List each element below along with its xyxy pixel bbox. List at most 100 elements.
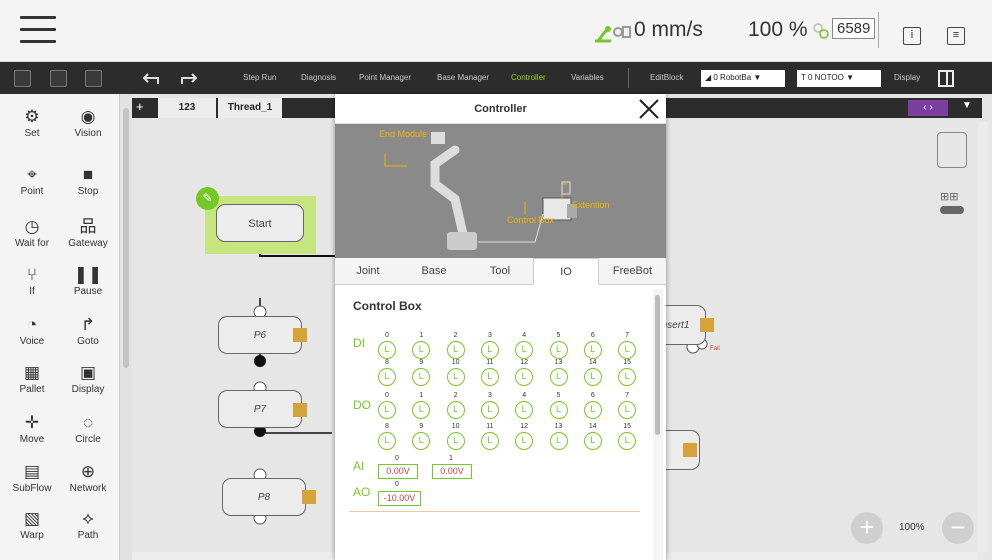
layout-icon[interactable] (938, 70, 954, 87)
do-indicator[interactable]: L (549, 432, 568, 450)
point-node-p8[interactable]: P8 (222, 478, 306, 516)
voice-icon: ◔ (26, 315, 38, 334)
node-if[interactable]: ⑂ If (4, 264, 60, 297)
dialog-title: Controller (474, 103, 527, 115)
dropdown-arrow-icon: ▼ (753, 73, 762, 82)
node-voice[interactable]: ◔ Voice (4, 314, 60, 347)
do-indicator[interactable]: L (549, 401, 568, 419)
di-indicator: L (446, 341, 465, 359)
do-channel-number: 11 (486, 423, 494, 430)
node-wait-for[interactable]: ◷ Wait for (4, 216, 60, 249)
di-channel-number: 15 (623, 359, 631, 366)
node-subflow[interactable]: ▤ SubFlow (4, 461, 60, 494)
di-indicator: L (480, 368, 499, 386)
node-circle[interactable]: ◌ Circle (60, 412, 116, 445)
node-gateway[interactable]: 品 Gateway (60, 216, 116, 249)
speed-icon (613, 26, 631, 38)
do-indicator[interactable]: L (446, 401, 465, 419)
add-tab-icon[interactable]: + (136, 99, 144, 114)
dialog-header: Controller (335, 94, 666, 124)
dialog-scrollbar[interactable] (653, 289, 663, 560)
do-channel-number: 6 (590, 392, 595, 399)
node-warp[interactable]: ▧ Warp (4, 508, 60, 541)
extention-label: Extention (572, 200, 610, 210)
node-set[interactable]: ⚙ Set (4, 106, 60, 139)
split-icon[interactable]: ⊞⊞ (940, 190, 958, 203)
node-move[interactable]: ✛ Move (4, 412, 60, 445)
tab-123[interactable]: 123 (158, 98, 216, 118)
di-indicator: L (583, 368, 602, 386)
node-stop[interactable]: ■ Stop (60, 164, 116, 197)
path-icon: ⟡ (82, 509, 94, 528)
edit-pencil-icon[interactable]: ✎ (196, 187, 219, 210)
do-indicator[interactable]: L (446, 432, 465, 450)
tab-joint[interactable]: Joint (335, 258, 401, 285)
variables-button[interactable]: Variables (571, 73, 604, 82)
point-badge-icon (293, 328, 307, 342)
close-icon[interactable] (638, 98, 660, 120)
tool-select[interactable]: T 0 NOTOO ▼ (797, 70, 881, 87)
node-network[interactable]: ⊕ Network (60, 461, 116, 494)
do-indicator[interactable]: L (378, 432, 396, 450)
do-indicator[interactable]: L (480, 401, 499, 419)
editblock-button[interactable]: EditBlock (650, 73, 683, 82)
undo-icon[interactable] (142, 72, 160, 86)
tab-menu-icon[interactable]: ▼ (962, 100, 972, 111)
diagnosis-button[interactable]: Diagnosis (301, 73, 336, 82)
di-channel-number: 10 (451, 359, 460, 366)
wait-icon: ◷ (24, 217, 40, 236)
save-as-icon[interactable] (85, 70, 102, 87)
tab-io[interactable]: IO (533, 258, 599, 285)
display-button[interactable]: Display (894, 73, 920, 82)
point-node-p7[interactable]: P7 (218, 390, 302, 428)
do-indicator[interactable]: L (618, 401, 637, 419)
node-goto[interactable]: ↱ Goto (60, 314, 116, 347)
sidebar-scrollbar[interactable] (119, 94, 132, 560)
tool-icon: T (801, 73, 808, 82)
base-select[interactable]: ◢ 0 RobotBa ▼ (701, 70, 785, 87)
pause-icon: ❚❚ (73, 265, 103, 284)
do-indicator[interactable]: L (480, 432, 499, 450)
redo-icon[interactable] (180, 72, 198, 86)
tab-tool[interactable]: Tool (467, 258, 533, 285)
zoom-out-icon[interactable]: − (942, 512, 974, 544)
di-indicator: L (446, 368, 465, 386)
start-node[interactable]: Start (216, 204, 304, 242)
do-indicator[interactable]: L (618, 432, 637, 450)
do-indicator[interactable]: L (583, 401, 602, 419)
node-pause[interactable]: ❚❚ Pause (60, 264, 116, 297)
canvas-vscrollbar[interactable] (978, 122, 988, 552)
node-pallet[interactable]: ▦ Pallet (4, 362, 60, 395)
point-manager-button[interactable]: Point Manager (359, 73, 411, 82)
controller-button[interactable]: Controller (511, 73, 546, 82)
ai-value: 0.00V (432, 464, 472, 479)
node-sidebar: ⚙ Set ◉ Vision ⌖ Point ■ Stop ◷ Wait for 品 Gat… (0, 94, 119, 560)
node-point[interactable]: ⌖ Point (4, 164, 60, 197)
base-manager-button[interactable]: Base Manager (437, 73, 489, 82)
flow-overview-icon[interactable] (937, 132, 967, 168)
tab-base[interactable]: Base (401, 258, 467, 285)
point-node-p6[interactable]: P6 (218, 316, 302, 354)
point-badge-icon (683, 443, 697, 457)
do-indicator[interactable]: L (378, 401, 396, 419)
di-indicator: L (583, 341, 602, 359)
info-icon[interactable]: i (903, 27, 921, 45)
log-icon[interactable]: ≡ (947, 27, 965, 45)
zoom-in-icon[interactable]: + (851, 512, 883, 544)
tab-freebot[interactable]: FreeBot (599, 258, 666, 285)
di-channel-number: 2 (453, 332, 458, 339)
di-indicator: L (378, 341, 396, 359)
node-vision[interactable]: ◉ Vision (60, 106, 116, 139)
new-project-icon[interactable] (14, 70, 31, 87)
hamburger-menu-icon[interactable] (20, 16, 56, 44)
tab-thread-1[interactable]: Thread_1 (218, 98, 282, 118)
save-project-icon[interactable] (50, 70, 67, 87)
node-path[interactable]: ⟡ Path (60, 508, 116, 541)
do-indicator[interactable]: L (583, 432, 602, 450)
step-run-button[interactable]: Step Run (243, 73, 276, 82)
speed-percent[interactable]: 100 % (748, 18, 808, 42)
tab-nav-arrows[interactable]: ‹ › (908, 100, 948, 116)
toggle-switch[interactable] (940, 206, 964, 214)
node-display[interactable]: ▣ Display (60, 362, 116, 395)
ao-value[interactable]: -10.00V (378, 491, 421, 506)
